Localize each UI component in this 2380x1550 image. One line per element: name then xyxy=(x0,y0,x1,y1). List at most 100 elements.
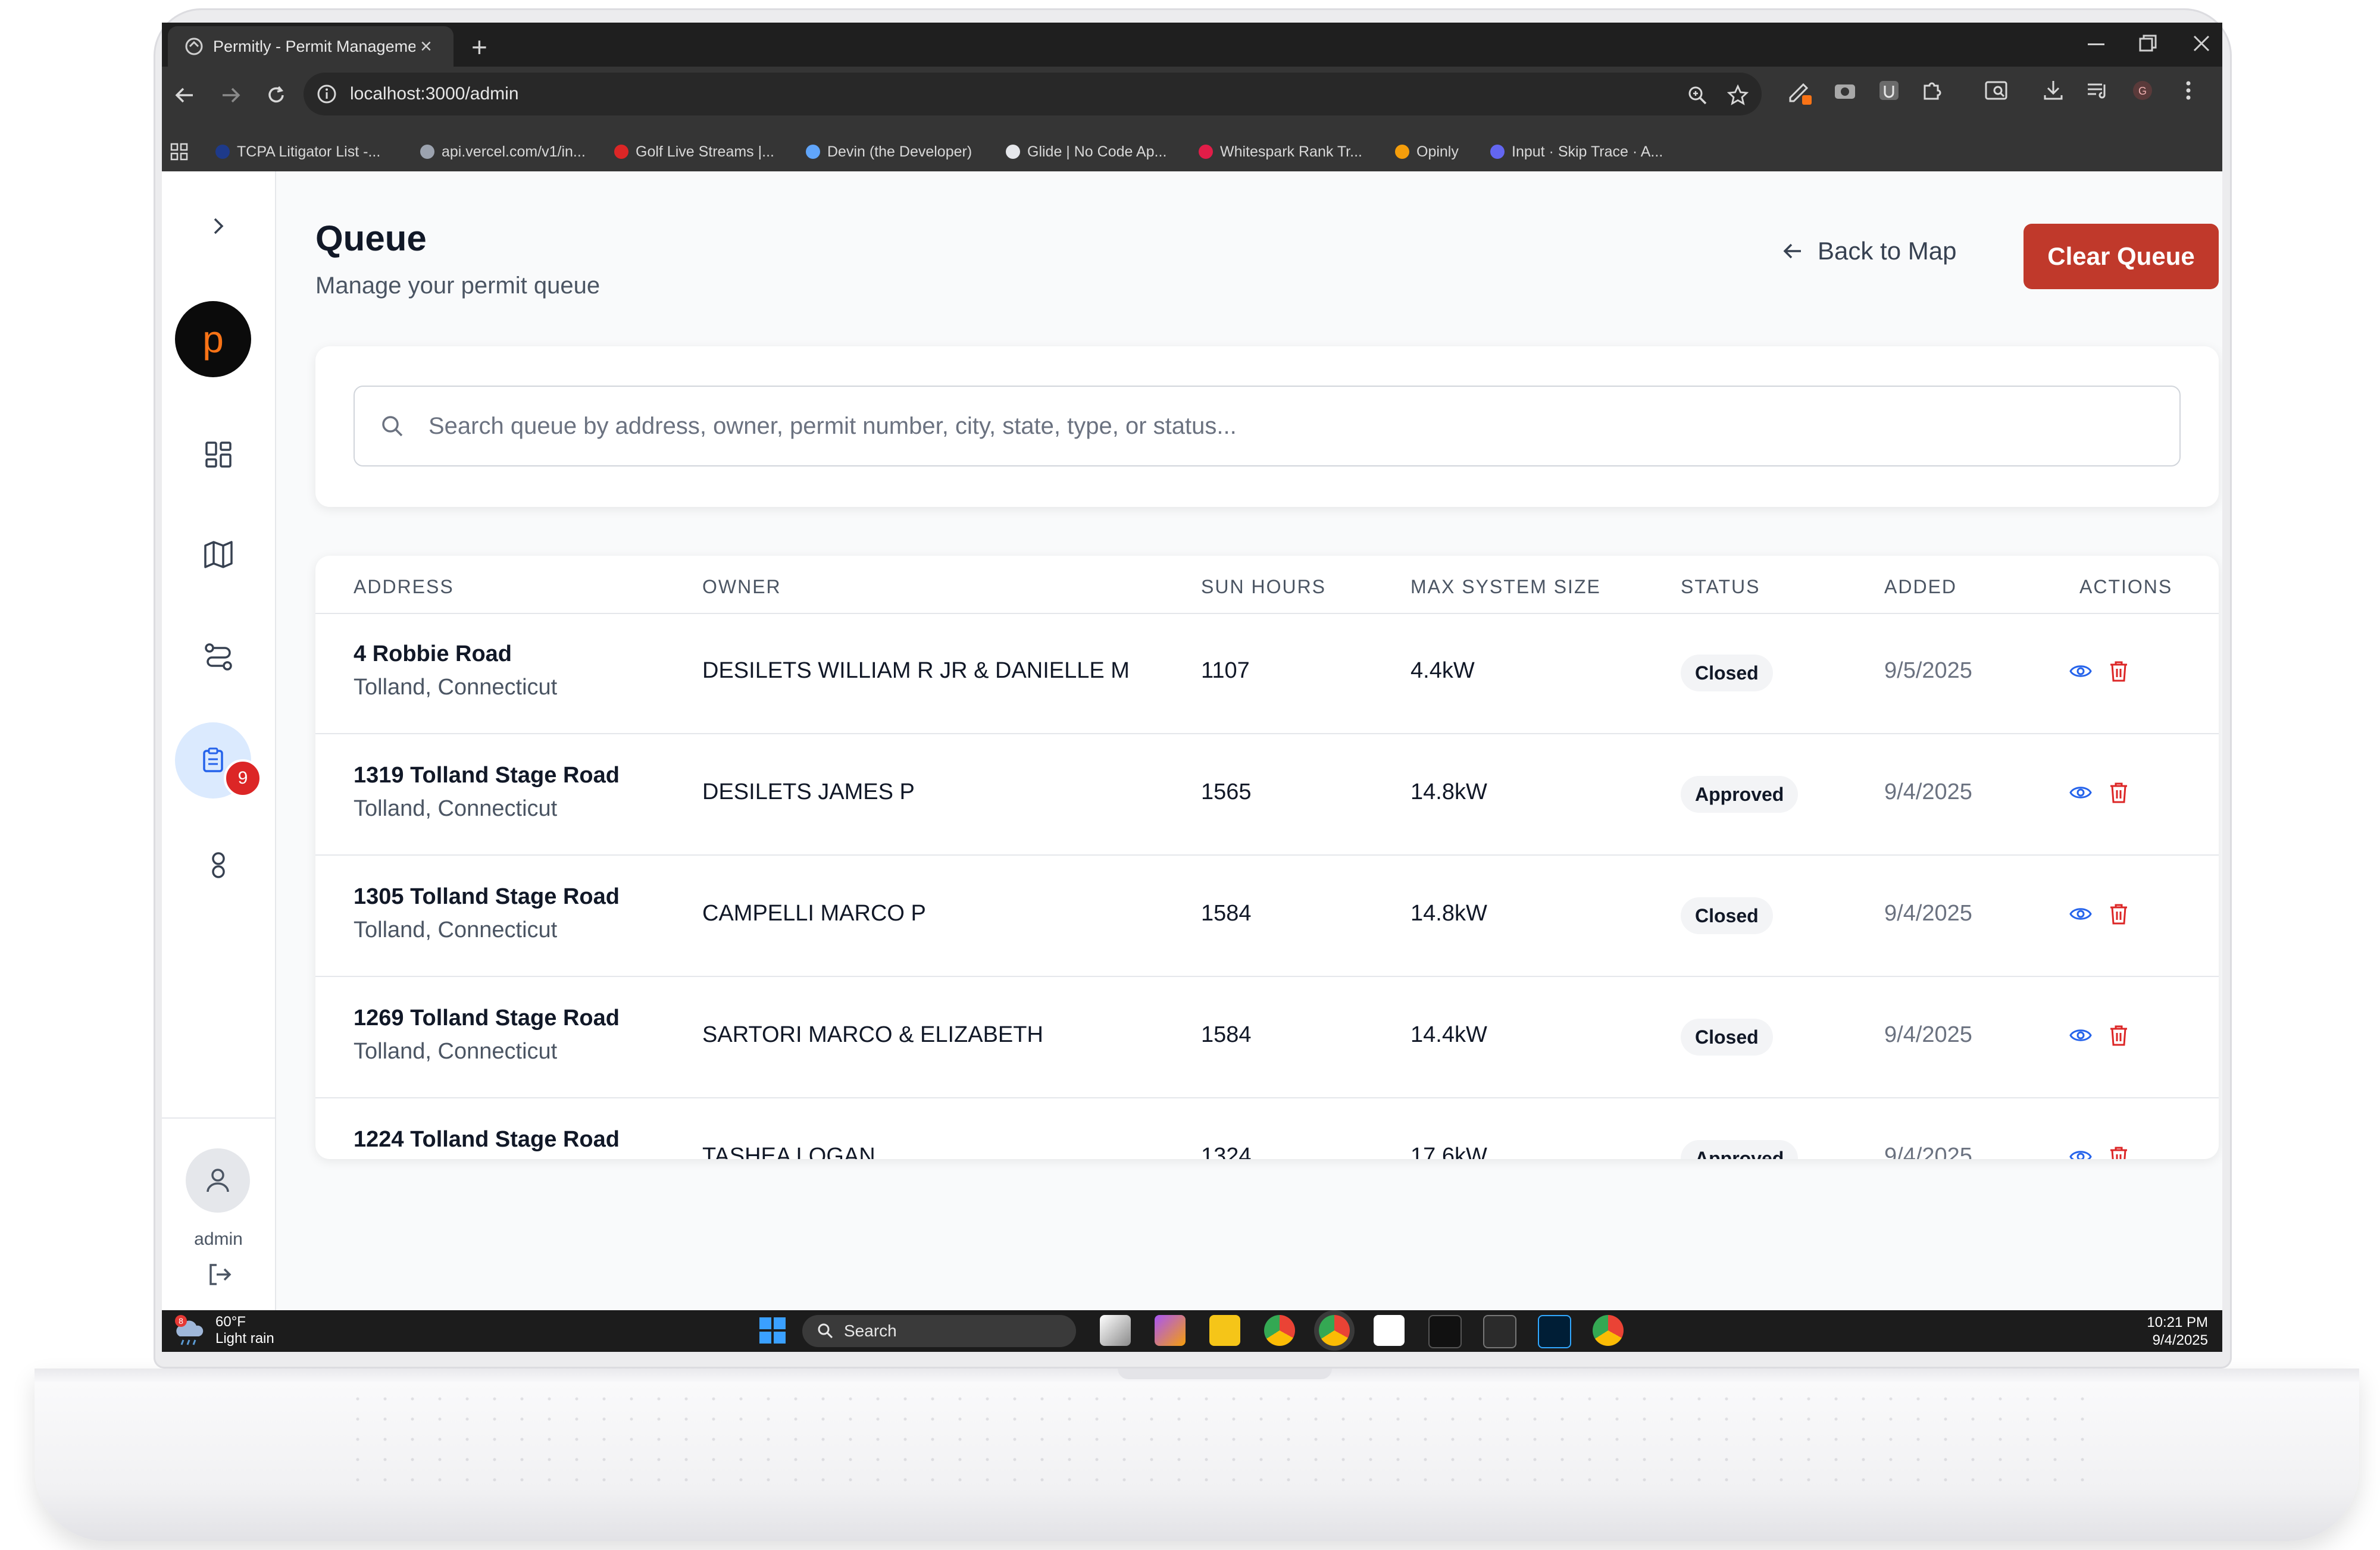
sidebar-item-map[interactable] xyxy=(195,531,242,578)
file-explorer-icon[interactable] xyxy=(1209,1315,1240,1346)
address-street: 1319 Tolland Stage Road xyxy=(354,763,620,788)
owner-cell: CAMPELLI MARCO P xyxy=(702,901,926,926)
bookmark-label: Input · Skip Trace · A... xyxy=(1512,143,1663,160)
ublock-extension-icon[interactable] xyxy=(1876,77,1902,104)
search-icon xyxy=(818,1323,833,1339)
search-input[interactable] xyxy=(427,412,2156,440)
delete-trash-icon[interactable] xyxy=(2108,659,2129,683)
user-avatar[interactable] xyxy=(186,1148,250,1213)
table-row: 1305 Tolland Stage Road Tolland, Connecti… xyxy=(315,856,2219,977)
sidebar-item-routes[interactable] xyxy=(195,633,242,681)
sidebar-item-integrations[interactable] xyxy=(195,841,242,889)
bookmark-whitespark[interactable]: Whitespark Rank Tr... xyxy=(1199,142,1362,162)
status-badge: Approved xyxy=(1681,776,1799,813)
view-eye-icon[interactable] xyxy=(2069,781,2093,804)
table-row: 4 Robbie Road Tolland, Connecticut DESILET… xyxy=(315,613,2219,734)
chevron-right-icon[interactable] xyxy=(204,212,232,240)
back-to-map-link[interactable]: Back to Map xyxy=(1781,237,1956,265)
address-bar[interactable]: localhost:3000/admin xyxy=(304,73,1762,115)
view-eye-icon[interactable] xyxy=(2069,659,2093,683)
weather-widget[interactable]: 8 60°F Light rain xyxy=(171,1313,274,1348)
app-logo[interactable]: p xyxy=(175,301,251,377)
download-icon[interactable] xyxy=(2040,77,2066,104)
column-header-address: ADDRESS xyxy=(354,576,454,597)
profile-avatar-icon[interactable]: G xyxy=(2129,77,2156,104)
copilot-icon[interactable] xyxy=(1155,1315,1186,1346)
status-badge: Closed xyxy=(1681,897,1773,934)
address-street: 1269 Tolland Stage Road xyxy=(354,1006,620,1031)
browser-toolbar: localhost:3000/admin G xyxy=(162,67,2222,132)
restore-icon[interactable] xyxy=(2139,35,2157,52)
added-date-cell: 9/4/2025 xyxy=(1884,1144,1972,1159)
taskbar-search[interactable]: Search xyxy=(802,1315,1076,1347)
delete-trash-icon[interactable] xyxy=(2108,902,2129,926)
task-view-icon[interactable] xyxy=(1100,1315,1131,1346)
bookmark-favicon-icon xyxy=(1490,145,1505,159)
clear-queue-button[interactable]: Clear Queue xyxy=(2024,224,2219,289)
bookmark-tcpa[interactable]: TCPA Litigator List -... xyxy=(215,142,380,162)
delete-trash-icon[interactable] xyxy=(2108,781,2129,804)
view-eye-icon[interactable] xyxy=(2069,1145,2093,1159)
chrome-icon[interactable] xyxy=(1264,1315,1295,1346)
browser-tab[interactable]: Permitly - Permit Management × xyxy=(168,26,454,67)
bookmark-devin[interactable]: Devin (the Developer) xyxy=(806,142,972,162)
laptop-notch xyxy=(1118,1369,1332,1379)
column-header-max-system-size: MAX SYSTEM SIZE xyxy=(1411,576,1601,597)
camera-extension-icon[interactable] xyxy=(1832,77,1858,104)
forward-arrow-icon[interactable] xyxy=(219,83,243,107)
bookmark-glide[interactable]: Glide | No Code Ap... xyxy=(1006,142,1166,162)
address-city: Tolland, Connecticut xyxy=(354,918,558,942)
sidebar-item-dashboard[interactable] xyxy=(195,431,242,478)
column-header-owner: OWNER xyxy=(702,576,781,597)
os-taskbar: 8 60°F Light rain Search 10:21 PM 9/4/202… xyxy=(162,1310,2222,1352)
table-row: 1269 Tolland Stage Road Tolland, Connecti… xyxy=(315,977,2219,1098)
photoshop-icon[interactable] xyxy=(1538,1315,1571,1348)
zoom-icon[interactable] xyxy=(1687,84,1708,106)
capcut-icon[interactable] xyxy=(1428,1315,1462,1348)
side-panel-search-icon[interactable] xyxy=(1983,77,2009,104)
view-eye-icon[interactable] xyxy=(2069,902,2093,926)
site-info-icon[interactable] xyxy=(317,84,337,104)
bookmark-opinly[interactable]: Opinly xyxy=(1395,142,1459,162)
address-street: 4 Robbie Road xyxy=(354,641,512,666)
media-control-icon[interactable] xyxy=(2084,77,2110,104)
bookmark-vercel[interactable]: api.vercel.com/v1/in... xyxy=(420,142,586,162)
new-tab-button[interactable]: + xyxy=(471,31,487,63)
bookmark-golf[interactable]: Golf Live Streams |... xyxy=(614,142,774,162)
terminal-icon[interactable] xyxy=(1483,1315,1516,1348)
minimize-icon[interactable] xyxy=(2088,43,2104,46)
map-icon xyxy=(204,541,233,568)
calendar-app-icon[interactable] xyxy=(1374,1315,1405,1346)
back-arrow-icon[interactable] xyxy=(173,83,196,107)
bookmark-label: Whitespark Rank Tr... xyxy=(1220,143,1362,160)
user-icon xyxy=(207,1169,229,1192)
bookmark-star-icon[interactable] xyxy=(1727,84,1749,106)
windows-start-icon[interactable] xyxy=(757,1315,788,1346)
delete-trash-icon[interactable] xyxy=(2108,1023,2129,1047)
apps-grid-icon[interactable] xyxy=(170,143,188,161)
permitly-favicon-icon xyxy=(185,37,203,55)
system-clock[interactable]: 10:21 PM 9/4/2025 xyxy=(2147,1314,2208,1349)
view-eye-icon[interactable] xyxy=(2069,1023,2093,1047)
chrome-active-icon[interactable] xyxy=(1319,1315,1350,1346)
close-window-icon[interactable] xyxy=(2193,35,2210,52)
browser-menu-icon[interactable] xyxy=(2179,77,2197,104)
search-box[interactable] xyxy=(354,386,2181,466)
chrome-profile-icon[interactable] xyxy=(1593,1315,1624,1346)
main-content: Queue Manage your permit queue Back to M… xyxy=(275,171,2222,1310)
sidebar-divider xyxy=(162,1117,275,1119)
url-text: localhost:3000/admin xyxy=(350,84,519,104)
delete-trash-icon[interactable] xyxy=(2108,1145,2129,1159)
max-system-size-cell: 4.4kW xyxy=(1411,658,1475,683)
edit-extension-icon[interactable] xyxy=(1785,77,1814,106)
bookmark-favicon-icon xyxy=(215,145,230,159)
laptop-keyboard xyxy=(344,1389,2106,1484)
address-city: Tolland, Connecticut xyxy=(354,796,558,821)
extensions-puzzle-icon[interactable] xyxy=(1919,77,1945,104)
tab-close-icon[interactable]: × xyxy=(420,35,432,58)
logout-icon[interactable] xyxy=(205,1260,233,1289)
bookmark-input[interactable]: Input · Skip Trace · A... xyxy=(1490,142,1663,162)
logo-letter: p xyxy=(202,318,224,361)
reload-icon[interactable] xyxy=(264,83,288,107)
status-badge: Approved xyxy=(1681,1140,1799,1159)
